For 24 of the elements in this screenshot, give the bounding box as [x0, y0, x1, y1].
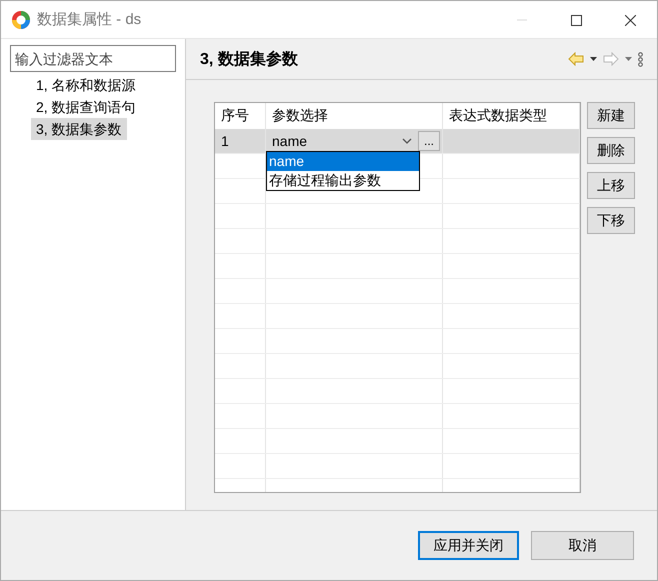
window-title: 数据集属性 - ds: [37, 10, 142, 29]
filter-field[interactable]: 输入过滤器文本: [10, 45, 176, 72]
parameter-value: name: [272, 133, 308, 149]
nav-item[interactable]: 2, 数据查询语句: [31, 96, 141, 118]
maximize-icon[interactable]: [570, 14, 582, 26]
cancel-button[interactable]: 取消: [531, 531, 634, 560]
app-logo-icon: [11, 10, 31, 30]
close-icon[interactable]: [624, 14, 636, 26]
action-button[interactable]: 新建: [587, 102, 635, 129]
dropdown-option[interactable]: 存储过程输出参数: [267, 171, 419, 190]
apply-close-button[interactable]: 应用并关闭: [418, 531, 519, 560]
action-button[interactable]: 删除: [587, 137, 635, 164]
nav-item[interactable]: 3, 数据集参数: [31, 118, 127, 140]
dropdown-option[interactable]: name: [267, 152, 419, 171]
row-number: 1: [221, 133, 229, 149]
page-title: 3, 数据集参数: [200, 49, 298, 70]
nav-item[interactable]: 1, 名称和数据源: [31, 74, 141, 96]
browse-button[interactable]: ...: [418, 131, 440, 151]
action-button[interactable]: 下移: [587, 207, 635, 234]
more-options-icon[interactable]: [638, 52, 643, 66]
caret-down-icon[interactable]: [590, 57, 597, 61]
action-button[interactable]: 上移: [587, 172, 635, 199]
chevron-down-icon[interactable]: [402, 138, 412, 144]
table-row[interactable]: 1 name ...: [215, 129, 580, 154]
